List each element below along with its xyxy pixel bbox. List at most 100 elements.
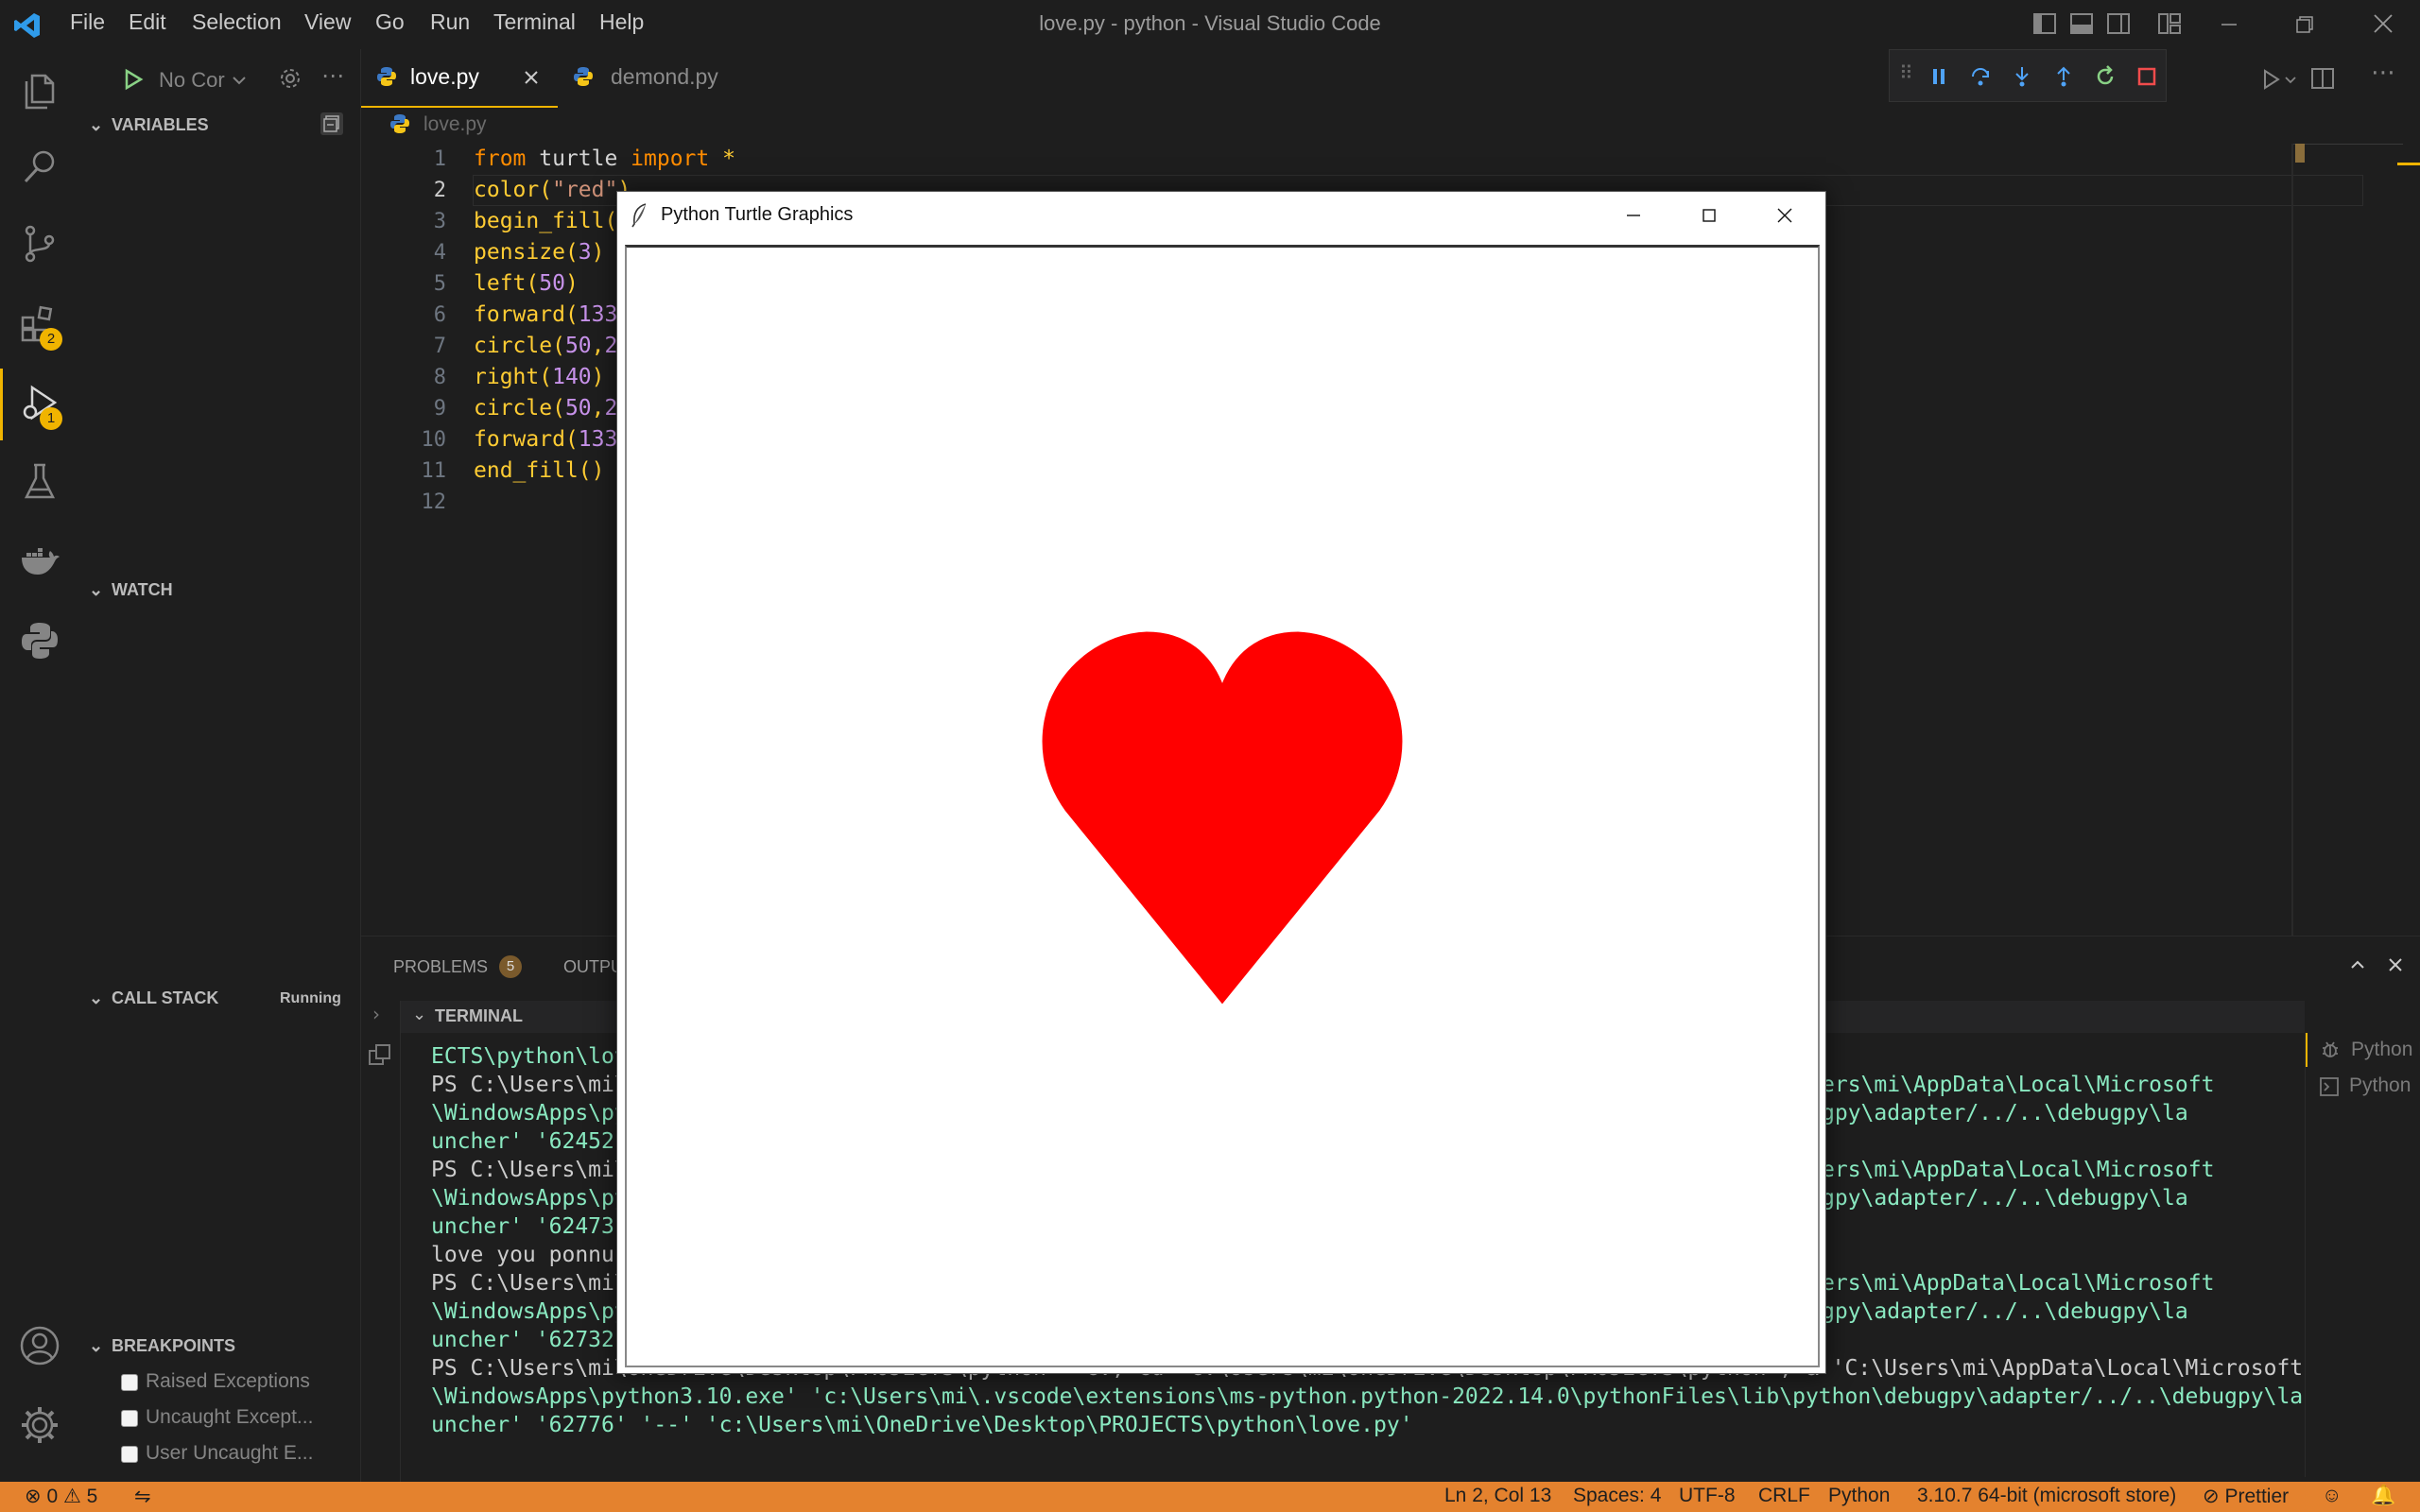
debug-settings-icon[interactable] xyxy=(278,66,302,91)
code-token: pensize xyxy=(474,240,565,265)
python-interpreter[interactable]: 3.10.7 64-bit (microsoft store) xyxy=(1917,1485,2176,1507)
search-icon[interactable] xyxy=(19,146,60,187)
terminal-line: \WindowsApps\py xyxy=(431,1186,628,1211)
maximize-icon[interactable] xyxy=(1699,205,1720,226)
terminal-line: gpy\adapter/../..\debugpy\la xyxy=(1822,1299,2188,1324)
source-control-icon[interactable] xyxy=(19,223,60,265)
indentation[interactable]: Spaces: 4 xyxy=(1573,1485,1661,1507)
pause-icon[interactable] xyxy=(1927,65,1950,88)
terminal-session-python[interactable]: Python xyxy=(2306,1071,2420,1105)
customize-layout-icon[interactable] xyxy=(2157,11,2182,36)
step-out-icon[interactable] xyxy=(2052,65,2075,88)
code-line: circle(50,2 xyxy=(474,393,617,424)
more-actions-icon[interactable]: ⋯ xyxy=(2371,59,2395,87)
run-python-file-icon[interactable] xyxy=(2259,68,2282,91)
breakpoint-checkbox[interactable] xyxy=(121,1374,138,1391)
minimize-icon[interactable] xyxy=(2218,13,2240,36)
tab-demond-py[interactable]: demond.py xyxy=(558,49,739,108)
active-indicator xyxy=(0,369,3,440)
close-icon[interactable] xyxy=(1774,205,1795,226)
terminal-session-list: Python Deb... Python xyxy=(2305,1033,2420,1477)
toggle-panel-icon[interactable] xyxy=(2069,11,2094,36)
step-into-icon[interactable] xyxy=(2011,65,2033,88)
breakpoint-checkbox[interactable] xyxy=(121,1446,138,1463)
prettier-status[interactable]: ⊘ Prettier xyxy=(2203,1485,2289,1508)
turtle-canvas[interactable] xyxy=(625,245,1820,1367)
turtle-window-title: Python Turtle Graphics xyxy=(661,204,854,225)
menu-go[interactable]: Go xyxy=(375,9,405,35)
run-config-select[interactable]: No Cor xyxy=(159,68,225,93)
cursor-position[interactable]: Ln 2, Col 13 xyxy=(1444,1485,1551,1507)
code-token: ) xyxy=(564,271,579,296)
encoding[interactable]: UTF-8 xyxy=(1679,1485,1736,1507)
menu-view[interactable]: View xyxy=(304,9,351,35)
minimize-icon[interactable] xyxy=(1623,205,1644,226)
toggle-secondary-sidebar-icon[interactable] xyxy=(2106,11,2131,36)
minimap-divider xyxy=(2291,144,2293,936)
language-mode[interactable]: Python xyxy=(1828,1485,1890,1507)
end-of-line[interactable]: CRLF xyxy=(1758,1485,1810,1507)
menu-help[interactable]: Help xyxy=(599,9,644,35)
collapse-all-icon[interactable] xyxy=(320,112,344,136)
terminal-line: PS C:\Users\mi\ xyxy=(431,1271,628,1296)
python-file-icon xyxy=(377,67,396,86)
heart-shape xyxy=(1042,631,1403,1005)
tab-love-py[interactable]: love.py xyxy=(361,49,558,108)
error-count: 0 xyxy=(46,1486,59,1507)
code-line: forward(133 xyxy=(474,300,617,331)
code-token: ( xyxy=(552,334,565,358)
chevron-down-icon[interactable] xyxy=(231,72,248,89)
menu-run[interactable]: Run xyxy=(430,9,470,35)
settings-gear-icon[interactable] xyxy=(19,1404,60,1446)
menu-file[interactable]: File xyxy=(70,9,105,35)
restart-icon[interactable] xyxy=(2094,65,2117,88)
line-number: 12 xyxy=(421,490,447,514)
start-debugging-icon[interactable] xyxy=(123,68,144,91)
docker-icon[interactable] xyxy=(19,541,60,582)
menu-selection[interactable]: Selection xyxy=(192,9,282,35)
terminal-line: uncher' '62473' xyxy=(431,1214,628,1239)
toggle-sidebar-icon[interactable] xyxy=(2032,11,2057,36)
drag-handle-icon[interactable]: ⠿ xyxy=(1899,61,1913,84)
close-window-icon[interactable] xyxy=(2371,11,2395,36)
debug-console-icon xyxy=(2323,1041,2338,1057)
more-actions-icon[interactable]: ⋯ xyxy=(321,62,344,89)
menu-terminal[interactable]: Terminal xyxy=(493,9,576,35)
close-panel-icon[interactable] xyxy=(2386,955,2405,974)
terminal-output-right[interactable]: ers\mi\AppData\Local\Microsoft gpy\adapte… xyxy=(1822,1042,2275,1364)
feedback-icon[interactable]: ☺ xyxy=(2322,1485,2342,1507)
terminal-line: uncher' '62776' '--' 'c:\Users\mi\OneDri… xyxy=(431,1413,1413,1437)
terminal-line: ers\mi\AppData\Local\Microsoft xyxy=(1822,1271,2215,1296)
status-bar: ⊗ 0 ⚠ 5 ⇋ Ln 2, Col 13 Spaces: 4 UTF-8 C… xyxy=(0,1482,2420,1512)
minimap[interactable] xyxy=(2293,144,2403,151)
split-editor-icon[interactable] xyxy=(2310,66,2335,91)
chevron-right-icon[interactable]: › xyxy=(372,1003,380,1025)
line-number: 3 xyxy=(433,210,446,233)
stop-icon[interactable] xyxy=(2135,65,2158,88)
tab-output[interactable]: OUTPU xyxy=(563,957,623,977)
line-number: 9 xyxy=(433,397,446,421)
menu-edit[interactable]: Edit xyxy=(129,9,166,35)
testing-icon[interactable] xyxy=(19,461,60,503)
restore-icon[interactable] xyxy=(2293,13,2316,36)
minimap-slider[interactable] xyxy=(2295,144,2305,163)
breakpoint-label: User Uncaught E... xyxy=(146,1442,314,1464)
account-icon[interactable] xyxy=(19,1325,60,1366)
line-number: 11 xyxy=(421,459,447,483)
debug-status-icon[interactable]: ⇋ xyxy=(134,1485,151,1508)
maximize-panel-icon[interactable] xyxy=(2348,955,2367,974)
explorer-icon[interactable] xyxy=(19,68,60,110)
line-number: 7 xyxy=(433,335,446,358)
tab-problems[interactable]: PROBLEMS xyxy=(393,957,488,977)
turtle-drawing xyxy=(1042,631,1403,1005)
breakpoint-checkbox[interactable] xyxy=(121,1410,138,1427)
step-over-icon[interactable] xyxy=(1969,65,1992,88)
terminal-line: \WindowsApps\py xyxy=(431,1299,628,1324)
close-tab-icon[interactable] xyxy=(522,68,541,87)
notifications-bell-icon[interactable]: 🔔 xyxy=(2371,1485,2395,1507)
problems-status[interactable]: ⊗ 0 ⚠ 5 xyxy=(25,1485,97,1508)
turtle-title-bar[interactable]: Python Turtle Graphics xyxy=(617,192,1825,239)
chevron-down-icon[interactable] xyxy=(2284,74,2297,87)
terminal-session-python-debug[interactable]: Python Deb... xyxy=(2306,1033,2420,1067)
python-icon[interactable] xyxy=(19,620,60,662)
